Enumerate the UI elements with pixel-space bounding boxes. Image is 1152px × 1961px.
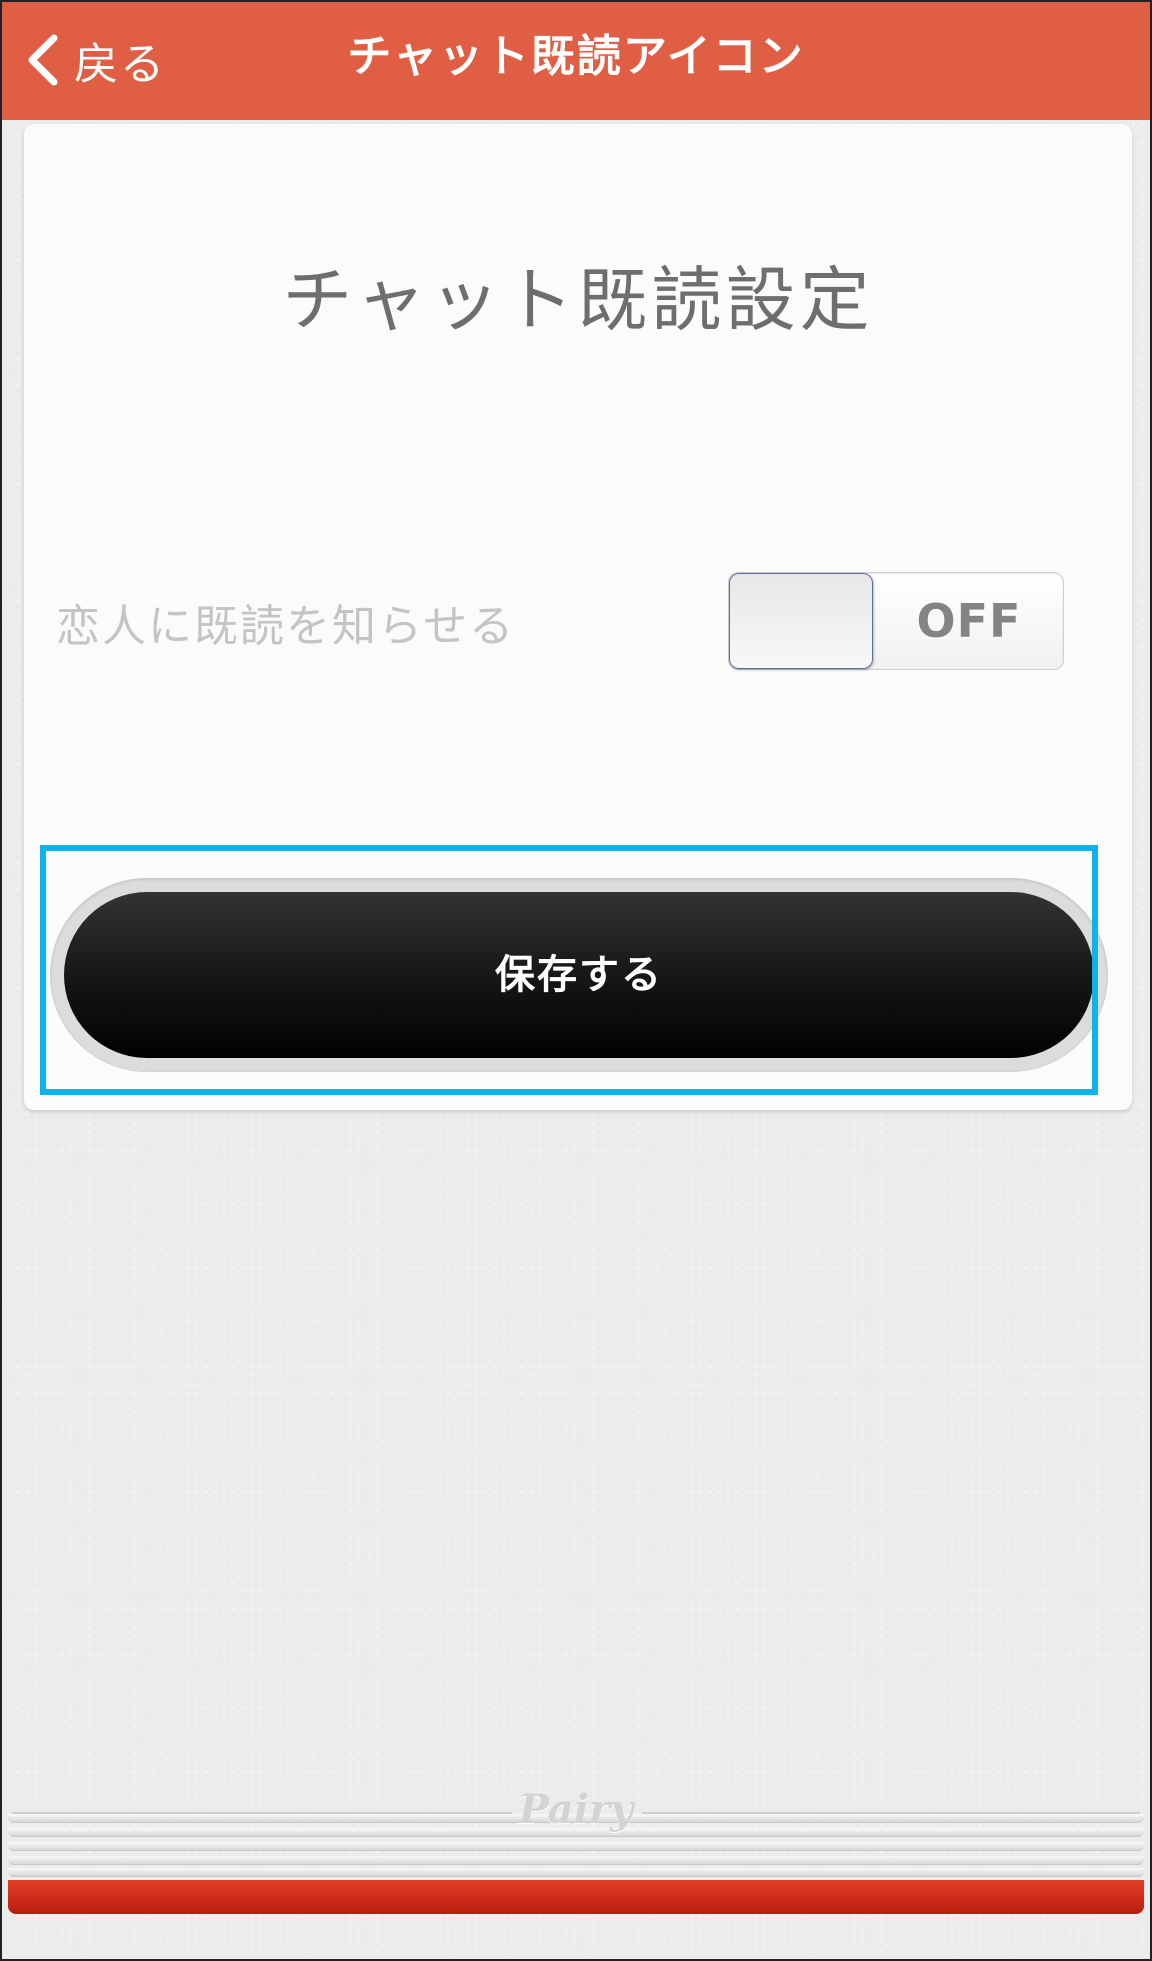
- notebook-page-edge: [8, 1856, 1144, 1865]
- screen-frame: 戻る チャット既読アイコン チャット既読設定 恋人に既読を知らせる OFF 保存…: [0, 0, 1152, 1961]
- notebook-page-edge: [8, 1842, 1144, 1851]
- notebook-page-edge: [8, 1868, 1144, 1877]
- toggle-state-label: OFF: [916, 594, 1022, 648]
- read-receipt-toggle[interactable]: OFF: [728, 572, 1064, 670]
- brand-logo: Pairy: [518, 1786, 634, 1833]
- page-title: チャット既読アイコン: [347, 31, 805, 82]
- highlight-box: [40, 845, 1098, 1095]
- notebook-cover-band: [8, 1880, 1144, 1914]
- divider: [12, 1812, 512, 1814]
- card-title: チャット既読設定: [282, 259, 874, 341]
- read-receipt-setting-label: 恋人に既読を知らせる: [56, 601, 516, 652]
- divider: [642, 1812, 1140, 1814]
- navigation-bar: 戻る チャット既読アイコン: [2, 2, 1150, 120]
- toggle-knob[interactable]: [729, 573, 873, 669]
